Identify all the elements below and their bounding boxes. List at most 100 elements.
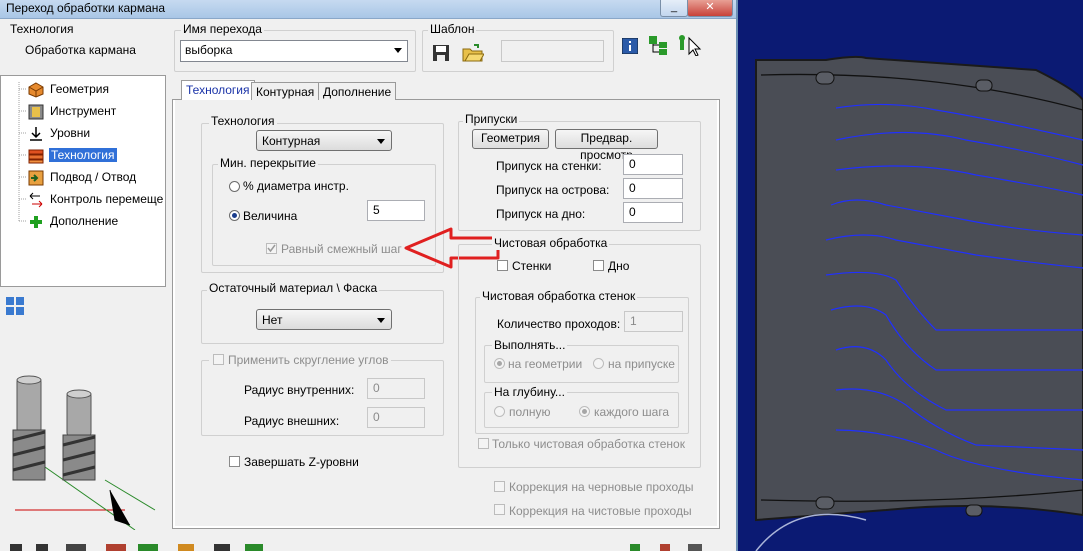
tree-item-approach[interactable]: Подвод / Отвод xyxy=(28,168,163,188)
outer-radius-label: Радиус внешних: xyxy=(244,414,340,428)
tree-view-icon[interactable] xyxy=(647,34,669,59)
full-depth-radio[interactable] xyxy=(494,406,505,417)
tree-item-tool[interactable]: Инструмент xyxy=(28,102,163,122)
technology-label: Технология xyxy=(10,22,74,36)
tree-item-levels[interactable]: Уровни xyxy=(28,124,163,144)
on-allowance-label: на припуске xyxy=(608,357,675,371)
depth-legend: На глубину... xyxy=(492,385,567,399)
correction-rough-label: Коррекция на черновые проходы xyxy=(509,480,694,494)
transition-name-value: выборка xyxy=(185,43,233,57)
apply-rounding-checkbox[interactable] xyxy=(213,354,224,365)
tree-item-geometry[interactable]: Геометрия xyxy=(28,80,163,100)
wall-allowance-input[interactable]: 0 xyxy=(623,154,683,175)
outer-radius-value: 0 xyxy=(373,410,380,424)
inner-radius-label: Радиус внутренних: xyxy=(244,383,355,397)
plus-icon xyxy=(28,214,44,230)
each-step-radio[interactable] xyxy=(579,406,590,417)
only-wall-finish-checkbox[interactable] xyxy=(478,438,489,449)
geometry-button[interactable]: Геометрия xyxy=(472,129,549,149)
island-allowance-input[interactable]: 0 xyxy=(623,178,683,199)
info-icon[interactable] xyxy=(621,37,639,57)
finish-z-checkbox[interactable] xyxy=(229,456,240,467)
title-bar: Переход обработки кармана _ ✕ xyxy=(0,0,736,19)
equal-step-checkbox[interactable] xyxy=(266,243,277,254)
tool-icon xyxy=(28,104,44,120)
passes-input[interactable]: 1 xyxy=(624,311,683,332)
tree-item-addition[interactable]: Дополнение xyxy=(28,212,163,232)
outer-radius-input[interactable]: 0 xyxy=(367,407,425,428)
percent-label: % диаметра инстр. xyxy=(243,179,349,193)
preview-button[interactable]: Предвар. просмотр xyxy=(555,129,658,162)
tree-item-technology[interactable]: Технология xyxy=(28,146,163,166)
finish-bottom-checkbox[interactable] xyxy=(593,260,604,271)
correction-rough-checkbox[interactable] xyxy=(494,481,505,492)
tree-lines xyxy=(18,82,27,222)
strategy-combo[interactable]: Контурная xyxy=(256,130,392,151)
residual-legend: Остаточный материал \ Фаска xyxy=(207,281,380,295)
tree-item-label: Инструмент xyxy=(50,104,117,118)
tree-item-label: Уровни xyxy=(50,126,91,140)
close-button[interactable]: ✕ xyxy=(687,0,733,17)
correction-finish-label: Коррекция на чистовые проходы xyxy=(509,504,692,518)
value-radio[interactable] xyxy=(229,210,240,221)
cutter-illustration xyxy=(5,360,165,533)
template-field[interactable] xyxy=(501,40,604,62)
overlap-value-input[interactable]: 5 xyxy=(367,200,425,221)
grid-view-icon[interactable] xyxy=(6,297,24,318)
transition-name-label: Имя перехода xyxy=(181,22,264,36)
finish-z-label: Завершать Z-уровни xyxy=(244,455,359,469)
wall-allowance-value: 0 xyxy=(629,157,636,171)
island-allowance-value: 0 xyxy=(629,181,636,195)
tab-contour[interactable]: Контурная xyxy=(251,82,320,100)
perform-legend: Выполнять... xyxy=(492,338,568,352)
each-step-label: каждого шага xyxy=(594,405,670,419)
technology-group-legend: Технология xyxy=(209,114,277,128)
layers-icon xyxy=(28,148,44,164)
transition-name-combo[interactable]: выборка xyxy=(180,40,408,62)
bottom-allowance-input[interactable]: 0 xyxy=(623,202,683,223)
residual-combo[interactable]: Нет xyxy=(256,309,392,330)
value-label: Величина xyxy=(243,209,298,223)
finish-walls-checkbox[interactable] xyxy=(497,260,508,271)
full-depth-label: полную xyxy=(509,405,551,419)
minimize-button[interactable]: _ xyxy=(660,0,688,17)
chevron-down-icon xyxy=(377,318,385,323)
technology-header-group: Технология Обработка кармана xyxy=(6,22,166,68)
navigation-tree: Геометрия Инструмент Уровни Технология П… xyxy=(0,75,166,287)
tree-item-label: Технология xyxy=(49,148,117,162)
bottom-allowance-value: 0 xyxy=(629,205,636,219)
island-allowance-label: Припуск на острова: xyxy=(496,183,610,197)
open-template-icon[interactable] xyxy=(462,43,485,66)
bottom-toolbar xyxy=(0,540,734,551)
inner-radius-value: 0 xyxy=(373,381,380,395)
pocket-transition-dialog: Переход обработки кармана _ ✕ Технология… xyxy=(0,0,738,551)
overlap-legend: Мин. перекрытие xyxy=(218,156,318,170)
technology-value: Обработка кармана xyxy=(25,43,136,57)
motion-control-icon xyxy=(28,192,44,208)
pick-cursor-icon[interactable] xyxy=(677,34,703,59)
strategy-value: Контурная xyxy=(262,134,321,148)
residual-value: Нет xyxy=(262,313,283,327)
window-title: Переход обработки кармана xyxy=(6,1,166,15)
chevron-down-icon xyxy=(394,48,402,53)
cad-viewport[interactable] xyxy=(736,0,1083,551)
allowance-legend: Припуски xyxy=(463,112,520,126)
finish-bottom-label: Дно xyxy=(608,259,630,273)
tree-item-motion-control[interactable]: Контроль перемеще xyxy=(28,190,163,210)
tab-technology[interactable]: Технология xyxy=(181,80,255,100)
correction-finish-checkbox[interactable] xyxy=(494,504,505,515)
apply-rounding-label: Применить скругление углов xyxy=(228,353,389,367)
on-allowance-radio[interactable] xyxy=(593,358,604,369)
tree-item-label: Подвод / Отвод xyxy=(50,170,137,184)
inner-radius-input[interactable]: 0 xyxy=(367,378,425,399)
tab-addition[interactable]: Дополнение xyxy=(318,82,397,100)
approach-icon xyxy=(28,170,44,186)
only-wall-finish-label: Только чистовая обработка стенок xyxy=(492,437,685,451)
on-geometry-label: на геометрии xyxy=(508,357,583,371)
template-label: Шаблон xyxy=(428,22,477,36)
on-geometry-radio[interactable] xyxy=(494,358,505,369)
finishing-legend: Чистовая обработка xyxy=(492,236,610,250)
percent-radio[interactable] xyxy=(229,181,240,192)
save-template-icon[interactable] xyxy=(432,44,450,65)
part-toolpath-view xyxy=(755,55,1083,551)
